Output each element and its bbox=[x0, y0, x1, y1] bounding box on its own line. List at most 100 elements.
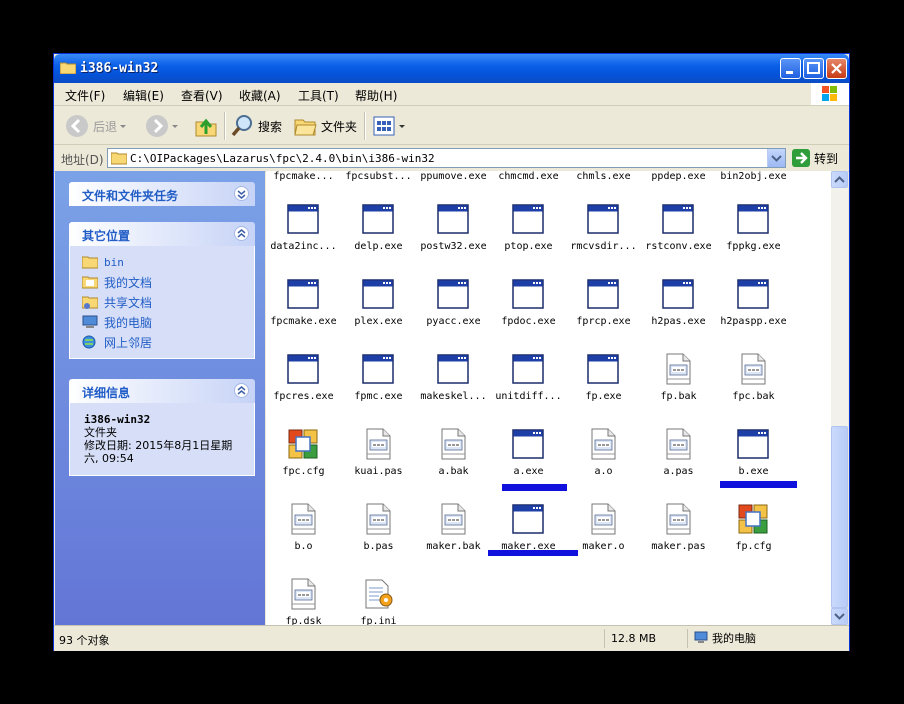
file-name: ppumove.exe bbox=[420, 171, 487, 182]
scroll-down-button[interactable] bbox=[831, 608, 848, 625]
other-places-header[interactable]: 其它位置 bbox=[69, 222, 255, 246]
file-item[interactable]: unitdiff... bbox=[491, 353, 566, 411]
application-window-icon bbox=[737, 278, 769, 310]
settings-file-icon bbox=[362, 578, 394, 610]
file-item[interactable]: data2inc... bbox=[266, 203, 341, 261]
place-label: 网上邻居 bbox=[104, 335, 153, 350]
file-item[interactable]: fp.bak bbox=[641, 353, 716, 411]
place-shared-documents[interactable]: 共享文档 bbox=[70, 292, 254, 312]
back-arrow-icon bbox=[66, 115, 88, 137]
views-button[interactable] bbox=[372, 114, 406, 138]
file-name: ppdep.exe bbox=[651, 171, 706, 182]
menu-tools[interactable]: 工具(T) bbox=[298, 87, 339, 104]
file-item[interactable]: a.o bbox=[566, 428, 641, 486]
file-item[interactable]: rstconv.exe bbox=[641, 203, 716, 261]
scroll-up-button[interactable] bbox=[831, 171, 848, 188]
document-file-icon bbox=[437, 503, 469, 535]
file-item[interactable]: maker.pas bbox=[641, 503, 716, 561]
toolbar-separator bbox=[224, 112, 226, 140]
status-location-label: 我的电脑 bbox=[712, 632, 756, 645]
vertical-scrollbar[interactable] bbox=[831, 171, 848, 625]
file-item[interactable]: plex.exe bbox=[341, 278, 416, 336]
file-item[interactable]: a.bak bbox=[416, 428, 491, 486]
tasks-panel-header[interactable]: 文件和文件夹任务 bbox=[69, 182, 255, 206]
file-item[interactable]: fp.dsk bbox=[266, 578, 341, 625]
status-divider bbox=[604, 629, 605, 648]
file-item[interactable]: fpc.bak bbox=[716, 353, 791, 411]
file-item[interactable]: b.exe bbox=[716, 428, 791, 486]
file-item[interactable]: makeskel... bbox=[416, 353, 491, 411]
application-window-icon bbox=[662, 203, 694, 235]
file-item[interactable]: fpdoc.exe bbox=[491, 278, 566, 336]
menu-favorites[interactable]: 收藏(A) bbox=[239, 87, 281, 104]
file-item[interactable]: a.pas bbox=[641, 428, 716, 486]
file-item[interactable]: ptop.exe bbox=[491, 203, 566, 261]
file-item[interactable]: pyacc.exe bbox=[416, 278, 491, 336]
file-item[interactable]: fpcmake.exe bbox=[266, 278, 341, 336]
application-window-icon bbox=[287, 203, 319, 235]
file-item[interactable]: maker.bak bbox=[416, 503, 491, 561]
file-item[interactable]: h2pas.exe bbox=[641, 278, 716, 336]
file-item[interactable]: fpc.cfg bbox=[266, 428, 341, 486]
file-item[interactable]: fp.ini bbox=[341, 578, 416, 625]
search-button[interactable]: 搜索 bbox=[230, 114, 282, 138]
file-item[interactable]: b.pas bbox=[341, 503, 416, 561]
file-item[interactable]: h2paspp.exe bbox=[716, 278, 791, 336]
scroll-thumb[interactable] bbox=[831, 426, 848, 608]
search-icon bbox=[231, 115, 252, 137]
file-item[interactable]: fp.cfg bbox=[716, 503, 791, 561]
go-button[interactable]: 转到 bbox=[792, 149, 838, 167]
back-button[interactable]: 后退 bbox=[65, 114, 127, 138]
details-header[interactable]: 详细信息 bbox=[69, 379, 255, 403]
folders-button[interactable]: 文件夹 bbox=[293, 114, 357, 138]
status-divider bbox=[687, 629, 688, 648]
menu-view[interactable]: 查看(V) bbox=[181, 87, 223, 104]
other-places-title: 其它位置 bbox=[82, 229, 131, 243]
file-item[interactable]: fprcp.exe bbox=[566, 278, 641, 336]
chevron-up-icon bbox=[834, 176, 845, 183]
file-item[interactable]: kuai.pas bbox=[341, 428, 416, 486]
file-item[interactable]: a.exe bbox=[491, 428, 566, 486]
title-bar[interactable]: i386-win32 bbox=[54, 54, 849, 83]
file-name: maker.pas bbox=[651, 541, 706, 552]
address-field[interactable]: C:\OIPackages\Lazarus\fpc\2.4.0\bin\i386… bbox=[107, 148, 786, 168]
file-item[interactable]: b.o bbox=[266, 503, 341, 561]
place-network[interactable]: 网上邻居 bbox=[70, 332, 254, 352]
file-name: a.pas bbox=[663, 466, 694, 477]
file-name: a.bak bbox=[438, 466, 469, 477]
application-window-icon bbox=[362, 203, 394, 235]
file-item[interactable]: fpmc.exe bbox=[341, 353, 416, 411]
file-name: fpdoc.exe bbox=[501, 316, 556, 327]
file-name: fppkg.exe bbox=[726, 241, 781, 252]
file-item[interactable]: fp.exe bbox=[566, 353, 641, 411]
file-list-view[interactable]: fpcmake... fpcsubst... ppumove.exe chmcmd.e… bbox=[266, 171, 831, 625]
address-dropdown-button[interactable] bbox=[767, 149, 785, 167]
forward-arrow-icon bbox=[146, 115, 168, 137]
collapse-chevron-icon[interactable] bbox=[234, 226, 249, 241]
forward-button[interactable] bbox=[145, 114, 179, 138]
dropdown-arrow-icon bbox=[172, 125, 178, 128]
minimize-button[interactable] bbox=[780, 58, 801, 79]
file-name: unitdiff... bbox=[495, 391, 562, 402]
collapse-chevron-icon[interactable] bbox=[234, 383, 249, 398]
file-name: a.o bbox=[594, 466, 613, 477]
details-type: 文件夹 bbox=[84, 426, 117, 439]
file-name: plex.exe bbox=[354, 316, 403, 327]
place-my-computer[interactable]: 我的电脑 bbox=[70, 312, 254, 332]
minimize-icon bbox=[786, 71, 793, 74]
up-folder-button[interactable] bbox=[194, 114, 218, 138]
menu-edit[interactable]: 编辑(E) bbox=[123, 87, 164, 104]
file-item[interactable]: postw32.exe bbox=[416, 203, 491, 261]
close-button[interactable] bbox=[826, 58, 847, 79]
expand-chevron-icon[interactable] bbox=[234, 186, 249, 201]
menu-help[interactable]: 帮助(H) bbox=[355, 87, 397, 104]
place-my-documents[interactable]: 我的文档 bbox=[70, 272, 254, 292]
maximize-button[interactable] bbox=[803, 58, 824, 79]
place-bin[interactable]: bin bbox=[70, 252, 254, 272]
file-item[interactable]: delp.exe bbox=[341, 203, 416, 261]
file-item[interactable]: fpcres.exe bbox=[266, 353, 341, 411]
file-item[interactable]: fppkg.exe bbox=[716, 203, 791, 261]
file-item[interactable]: rmcvsdir... bbox=[566, 203, 641, 261]
menu-file[interactable]: 文件(F) bbox=[65, 87, 105, 104]
document-file-icon bbox=[662, 503, 694, 535]
